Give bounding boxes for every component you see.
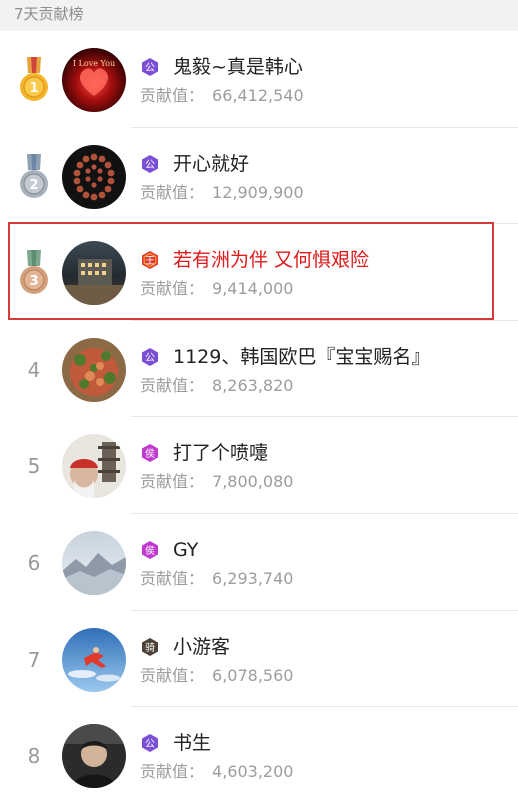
ranking-list: 1 I Love You 公 鬼毅~真是韩心 贡献值： 66,412,540 2… <box>0 31 518 799</box>
avatar[interactable] <box>62 627 126 692</box>
contribution-text: 贡献值： 8,263,820 <box>140 375 293 397</box>
svg-text:公: 公 <box>145 739 155 750</box>
svg-text:王: 王 <box>145 256 155 267</box>
svg-text:侯: 侯 <box>145 447 155 460</box>
contribution-value: 9,414,000 <box>212 279 294 299</box>
svg-text:骑: 骑 <box>145 641 155 654</box>
contribution-value: 7,800,080 <box>212 472 294 492</box>
list-item[interactable]: 1 I Love You 公 鬼毅~真是韩心 贡献值： 66,412,540 <box>0 31 518 128</box>
contribution-text: 贡献值： 9,414,000 <box>140 278 293 300</box>
contribution-text: 贡献值： 66,412,540 <box>140 85 304 107</box>
ranking-title: 7天贡献榜 <box>14 5 84 23</box>
avatar[interactable] <box>62 724 126 789</box>
contribution-value: 12,909,900 <box>212 182 304 202</box>
user-name: 打了个喷嚏 <box>173 442 269 465</box>
rank-2-medal-icon: 2 <box>14 153 54 200</box>
rank-slot: 5 <box>14 443 54 489</box>
contribution-text: 贡献值： 4,603,200 <box>140 761 293 783</box>
contribution-label: 贡献值： <box>140 665 205 685</box>
avatar[interactable] <box>62 434 126 499</box>
rank-number: 7 <box>27 647 41 672</box>
user-name: 若有洲为伴 又何惧艰险 <box>173 249 370 272</box>
red-hexagon-badge-icon: 王 <box>142 251 158 270</box>
purple-hexagon-badge-icon: 公 <box>142 347 158 366</box>
svg-text:公: 公 <box>145 160 155 171</box>
svg-text:侯: 侯 <box>145 544 155 557</box>
contribution-text: 贡献值： 6,078,560 <box>140 665 293 687</box>
user-name: 鬼毅~真是韩心 <box>173 56 303 78</box>
contribution-label: 贡献值： <box>140 568 205 588</box>
list-item[interactable]: 5 侯 打了个喷嚏 贡献值： 7,800,080 <box>0 417 518 514</box>
contribution-label: 贡献值： <box>140 279 205 299</box>
user-name: 小游客 <box>173 635 231 658</box>
avatar[interactable]: I Love You <box>62 48 126 112</box>
rank-slot: 6 <box>14 540 54 586</box>
user-name: 开心就好 <box>173 152 250 175</box>
magenta-hexagon-badge-icon: 侯 <box>142 444 158 463</box>
contribution-label: 贡献值： <box>140 472 205 492</box>
contribution-label: 贡献值： <box>140 762 205 782</box>
rank-number: 5 <box>27 454 41 479</box>
avatar[interactable] <box>62 241 126 306</box>
svg-text:3: 3 <box>29 274 38 289</box>
svg-text:1: 1 <box>29 81 38 96</box>
contribution-value: 6,293,740 <box>212 568 294 588</box>
contribution-text: 贡献值： 6,293,740 <box>140 568 293 590</box>
rank-slot: 7 <box>14 637 54 683</box>
rank-number: 4 <box>27 357 41 382</box>
list-item[interactable]: 8 公 书生 贡献值： 4,603,200 <box>0 707 518 799</box>
svg-text:I Love You: I Love You <box>73 59 115 68</box>
avatar[interactable] <box>62 144 126 209</box>
contribution-value: 66,412,540 <box>212 86 304 105</box>
avatar[interactable] <box>62 337 126 402</box>
list-item[interactable]: 6 侯 GY 贡献值： 6,293,740 <box>0 514 518 611</box>
user-name: 1129、韩国欧巴『宝宝赐名』 <box>173 345 431 368</box>
user-name: 书生 <box>173 732 212 755</box>
contribution-text: 贡献值： 12,909,900 <box>140 182 304 204</box>
contribution-label: 贡献值： <box>140 86 205 105</box>
list-item[interactable]: 7 骑 小游客 贡献值： 6,078,560 <box>0 611 518 708</box>
brown-hexagon-badge-icon: 骑 <box>142 637 158 656</box>
contribution-value: 8,263,820 <box>212 375 294 395</box>
user-name: GY <box>173 538 199 561</box>
purple-hexagon-badge-icon: 公 <box>142 154 158 173</box>
purple-hexagon-badge-icon: 公 <box>142 58 158 76</box>
svg-text:公: 公 <box>145 353 155 364</box>
rank-1-medal-icon: 1 <box>14 57 54 103</box>
contribution-value: 6,078,560 <box>212 665 294 685</box>
rank-slot: 8 <box>14 733 54 779</box>
contribution-value: 4,603,200 <box>212 762 294 782</box>
contribution-label: 贡献值： <box>140 375 205 395</box>
magenta-hexagon-badge-icon: 侯 <box>142 540 158 559</box>
rank-number: 6 <box>27 550 41 575</box>
rank-number: 8 <box>27 744 41 769</box>
rank-slot: 4 <box>14 347 54 393</box>
list-item[interactable]: 2 公 开心就好 贡献值： 12,909,900 <box>0 128 518 225</box>
contribution-label: 贡献值： <box>140 182 205 202</box>
purple-hexagon-badge-icon: 公 <box>142 734 158 753</box>
list-item[interactable]: 4 公 1129、韩国欧巴『宝宝赐名』 贡献值： 8,263,820 <box>0 321 518 418</box>
rank-3-medal-icon: 3 <box>14 250 54 296</box>
list-item[interactable]: 3 王 若有洲为伴 又何惧艰险 贡献值： 9,414,000 <box>0 224 518 321</box>
svg-text:2: 2 <box>29 178 38 193</box>
contribution-text: 贡献值： 7,800,080 <box>140 471 293 493</box>
svg-text:公: 公 <box>145 63 155 74</box>
ranking-header: 7天贡献榜 <box>0 0 518 31</box>
avatar[interactable] <box>62 530 126 595</box>
